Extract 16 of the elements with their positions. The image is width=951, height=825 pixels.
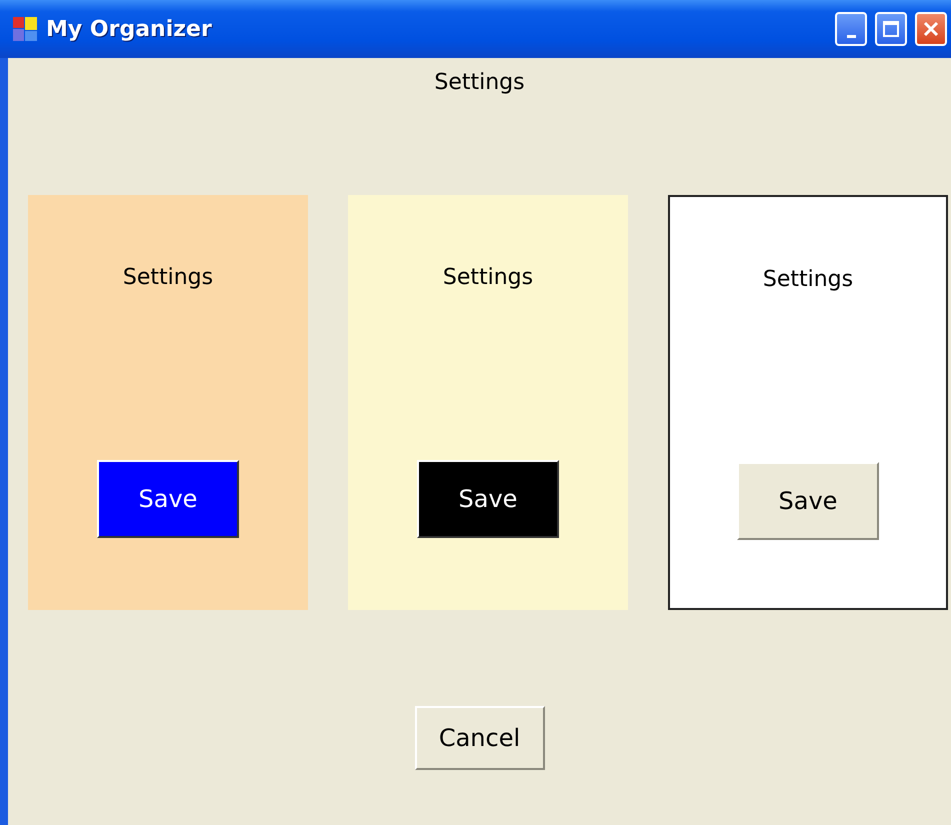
close-icon — [922, 20, 940, 38]
cancel-button[interactable]: Cancel — [414, 706, 544, 770]
panel-label: Settings — [762, 267, 854, 292]
maximize-icon — [882, 20, 900, 38]
save-button[interactable]: Save — [417, 460, 559, 538]
minimize-button[interactable] — [835, 12, 867, 46]
maximize-button[interactable] — [875, 12, 907, 46]
save-button[interactable]: Save — [97, 460, 239, 538]
minimize-icon — [846, 34, 856, 38]
panel-label: Settings — [442, 265, 534, 290]
app-icon — [12, 16, 38, 42]
panel-label: Settings — [122, 265, 214, 290]
close-button[interactable] — [915, 12, 947, 46]
save-button[interactable]: Save — [737, 462, 879, 540]
window-title: My Organizer — [46, 16, 213, 42]
heading: Settings — [434, 70, 525, 95]
